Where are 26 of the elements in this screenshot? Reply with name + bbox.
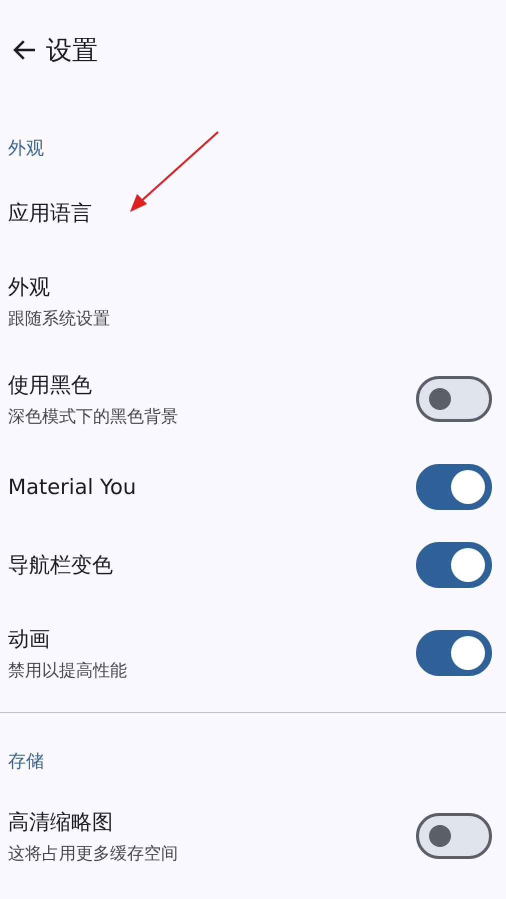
toggle-switch[interactable] [416, 542, 492, 588]
setting-title: 高清缩略图 [8, 808, 114, 836]
settings-row[interactable]: 导航栏变色 [0, 526, 506, 604]
setting-subtitle: 这将占用更多缓存空间 [8, 842, 178, 864]
section-title: 外观 [8, 138, 44, 159]
page-title: 设置 [46, 34, 98, 68]
setting-title: 应用语言 [8, 200, 92, 227]
toggle-switch[interactable] [416, 376, 492, 422]
setting-title: 使用黑色 [8, 372, 93, 398]
settings-row[interactable]: 外观 跟随系统设置 [0, 252, 506, 350]
setting-subtitle: 禁用以提高性能 [8, 660, 127, 682]
setting-title: 动画 [8, 626, 51, 652]
toggle-switch[interactable] [416, 464, 492, 510]
setting-subtitle: 深色模式下的黑色背景 [8, 406, 178, 428]
setting-subtitle: 跟随系统设置 [8, 308, 110, 330]
settings-row[interactable]: 使用黑色 深色模式下的黑色背景 [0, 350, 506, 448]
setting-title: Material You [8, 475, 136, 499]
setting-title: 外观 [8, 274, 51, 300]
toggle-switch[interactable] [416, 813, 492, 859]
settings-row[interactable]: 应用语言 [0, 174, 506, 252]
settings-row[interactable]: Material You [0, 448, 506, 526]
toggle-switch[interactable] [416, 630, 492, 676]
settings-row[interactable]: 高清缩略图 这将占用更多缓存空间 [0, 787, 506, 885]
settings-row[interactable]: 动画 禁用以提高性能 [0, 604, 506, 702]
section-title: 存储 [8, 751, 44, 772]
setting-title: 导航栏变色 [8, 552, 113, 579]
